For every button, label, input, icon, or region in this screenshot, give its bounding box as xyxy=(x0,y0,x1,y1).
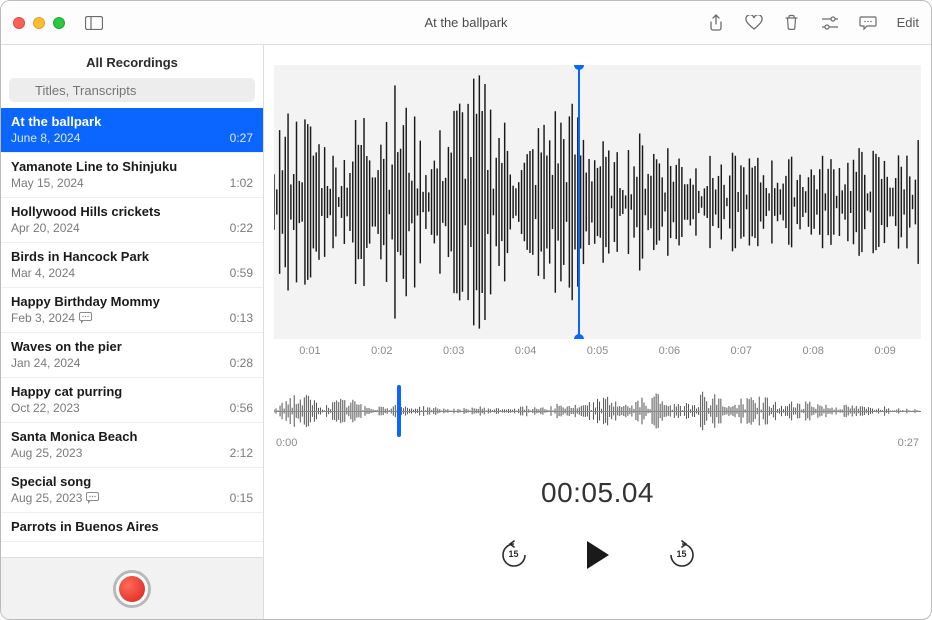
sliders-icon[interactable] xyxy=(821,14,839,32)
search-input[interactable] xyxy=(9,78,255,102)
recording-date: Aug 25, 2023 xyxy=(11,446,82,460)
time-ruler: 0:01 0:02 0:03 0:04 0:05 0:06 0:07 0:08 0:09 xyxy=(274,339,921,361)
recording-date: Aug 25, 2023 xyxy=(11,491,99,505)
recording-duration: 0:28 xyxy=(230,356,253,370)
recording-item[interactable]: Special song Aug 25, 2023 0:15 xyxy=(1,468,263,513)
app-window: At the ballpark Edit All Recordings xyxy=(0,0,932,620)
recording-title: Happy Birthday Mommy xyxy=(11,294,253,309)
ruler-tick: 0:03 xyxy=(443,345,464,357)
recording-title: Hollywood Hills crickets xyxy=(11,204,253,219)
recording-date: Mar 4, 2024 xyxy=(11,266,75,280)
recording-duration: 0:15 xyxy=(230,491,253,505)
fullscreen-window-button[interactable] xyxy=(53,17,65,29)
recording-title: Santa Monica Beach xyxy=(11,429,253,444)
playhead[interactable] xyxy=(578,65,580,339)
main-area: 0:01 0:02 0:03 0:04 0:05 0:06 0:07 0:08 0:09 0:0… xyxy=(264,45,931,619)
waveform-overview[interactable] xyxy=(274,389,921,433)
waveform-detail[interactable] xyxy=(274,65,921,339)
recording-item[interactable]: Waves on the pier Jan 24, 2024 0:28 xyxy=(1,333,263,378)
recording-item[interactable]: Happy cat purring Oct 22, 2023 0:56 xyxy=(1,378,263,423)
overview-playhead[interactable] xyxy=(397,385,401,437)
overview-start-time: 0:00 xyxy=(276,437,297,449)
ruler-tick: 0:04 xyxy=(515,345,536,357)
recording-duration: 0:13 xyxy=(230,311,253,325)
recording-title: Happy cat purring xyxy=(11,384,253,399)
sidebar-header: All Recordings xyxy=(1,45,263,78)
ruler-tick: 0:01 xyxy=(299,345,320,357)
play-button[interactable] xyxy=(580,537,616,573)
recording-title: Special song xyxy=(11,474,253,489)
titlebar: At the ballpark Edit xyxy=(1,1,931,45)
ruler-tick: 0:07 xyxy=(731,345,752,357)
ruler-tick: 0:05 xyxy=(587,345,608,357)
edit-button[interactable]: Edit xyxy=(897,15,919,30)
recording-item[interactable]: Happy Birthday Mommy Feb 3, 2024 0:13 xyxy=(1,288,263,333)
window-title: At the ballpark xyxy=(424,15,507,30)
sidebar: All Recordings At the ballpark June 8, 20… xyxy=(1,45,264,619)
recording-item[interactable]: Santa Monica Beach Aug 25, 2023 2:12 xyxy=(1,423,263,468)
window-controls xyxy=(13,17,65,29)
skip-forward-button[interactable]: 15 xyxy=(664,537,700,573)
skip-back-label: 15 xyxy=(496,549,532,559)
recording-date: Oct 22, 2023 xyxy=(11,401,80,415)
skip-back-button[interactable]: 15 xyxy=(496,537,532,573)
record-icon xyxy=(119,576,145,602)
recording-title: At the ballpark xyxy=(11,114,253,129)
recording-duration: 0:59 xyxy=(230,266,253,280)
play-icon xyxy=(587,541,609,569)
sidebar-toggle-icon[interactable] xyxy=(85,14,103,32)
ruler-tick: 0:09 xyxy=(874,345,895,357)
recording-item[interactable]: At the ballpark June 8, 2024 0:27 xyxy=(1,108,263,153)
recording-date: Apr 20, 2024 xyxy=(11,221,80,235)
recording-duration: 0:22 xyxy=(230,221,253,235)
recording-duration: 1:02 xyxy=(230,176,253,190)
playback-controls: 15 15 xyxy=(274,537,921,573)
recordings-list: At the ballpark June 8, 2024 0:27 Yamanote … xyxy=(1,108,263,557)
heart-icon[interactable] xyxy=(745,14,763,32)
recording-title: Birds in Hancock Park xyxy=(11,249,253,264)
overview-end-time: 0:27 xyxy=(898,437,919,449)
minimize-window-button[interactable] xyxy=(33,17,45,29)
recording-item[interactable]: Yamanote Line to Shinjuku May 15, 2024 1:0… xyxy=(1,153,263,198)
recording-duration: 0:27 xyxy=(230,131,253,145)
speech-bubble-icon[interactable] xyxy=(859,14,877,32)
recording-item[interactable]: Birds in Hancock Park Mar 4, 2024 0:59 xyxy=(1,243,263,288)
current-timecode: 00:05.04 xyxy=(274,477,921,509)
trash-icon[interactable] xyxy=(783,14,801,32)
record-button[interactable] xyxy=(113,570,151,608)
share-icon[interactable] xyxy=(707,14,725,32)
ruler-tick: 0:02 xyxy=(371,345,392,357)
recording-duration: 2:12 xyxy=(230,446,253,460)
recording-item[interactable]: Hollywood Hills crickets Apr 20, 2024 0:22 xyxy=(1,198,263,243)
recording-title: Yamanote Line to Shinjuku xyxy=(11,159,253,174)
transcript-icon xyxy=(79,312,92,324)
record-bar xyxy=(1,557,263,619)
close-window-button[interactable] xyxy=(13,17,25,29)
recording-date: June 8, 2024 xyxy=(11,131,80,145)
skip-forward-label: 15 xyxy=(664,549,700,559)
recording-date: Feb 3, 2024 xyxy=(11,311,92,325)
recording-title: Parrots in Buenos Aires xyxy=(11,519,253,534)
ruler-tick: 0:06 xyxy=(659,345,680,357)
ruler-tick: 0:08 xyxy=(802,345,823,357)
recording-date: May 15, 2024 xyxy=(11,176,84,190)
recording-date: Jan 24, 2024 xyxy=(11,356,80,370)
recording-item[interactable]: Parrots in Buenos Aires xyxy=(1,513,263,542)
recording-duration: 0:56 xyxy=(230,401,253,415)
transcript-icon xyxy=(86,492,99,504)
recording-title: Waves on the pier xyxy=(11,339,253,354)
